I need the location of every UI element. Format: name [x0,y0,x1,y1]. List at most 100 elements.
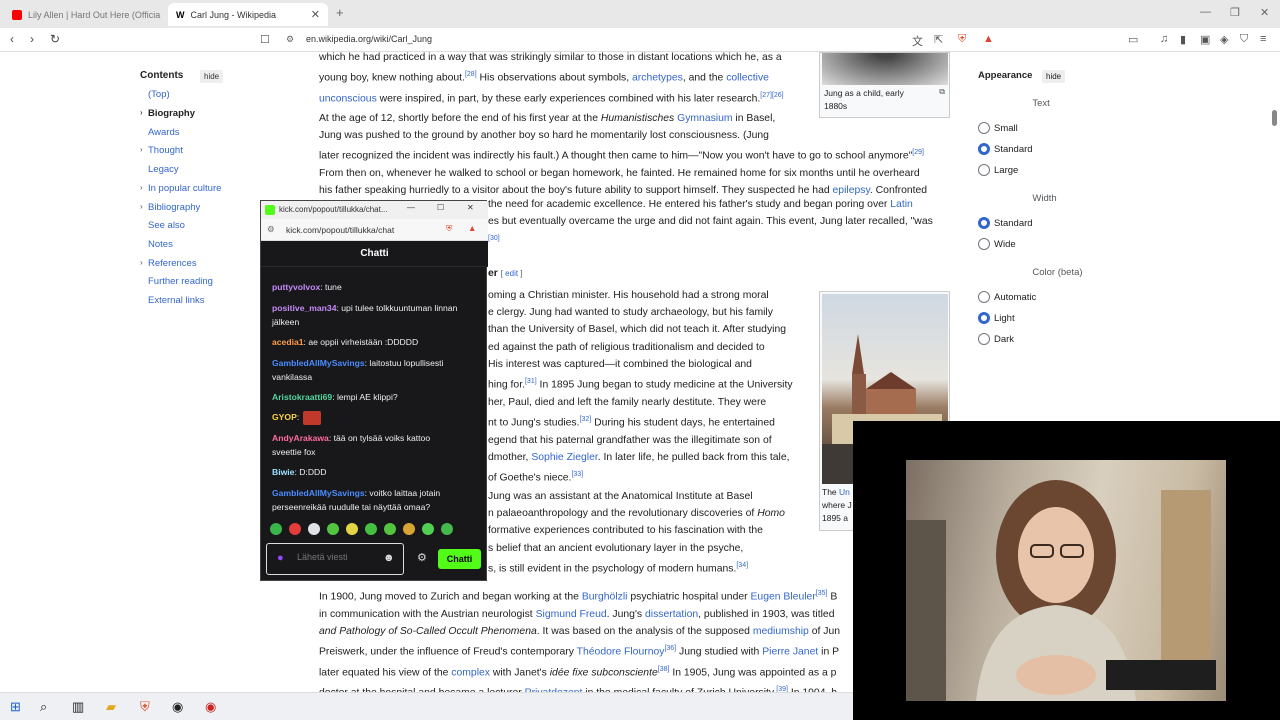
site-info-icon[interactable]: ⚙ [267,224,275,235]
dissertation-link[interactable]: dissertation [645,609,698,620]
chat-username[interactable]: Aristokraatti69 [272,392,332,402]
task-view-icon[interactable]: ▥ [72,699,84,715]
chat-username[interactable]: AndyArakawa [272,433,329,443]
windows-start-icon[interactable]: ⊞ [10,699,21,715]
toc-item-external-links[interactable]: External links [148,295,205,306]
share-icon[interactable]: ⇱ [934,33,943,46]
collective-link[interactable]: collective [726,73,769,84]
toc-item-see-also[interactable]: See also [148,220,185,231]
translate-icon[interactable]: 文 [912,33,923,49]
vpn-icon[interactable]: ◈ [1220,33,1228,46]
emote-icon[interactable] [384,523,396,535]
chevron-right-icon[interactable]: › [140,183,143,192]
media-icon[interactable]: ♫ [1160,33,1168,45]
toc-item-popular-culture[interactable]: › In popular culture [140,183,221,194]
tab-youtube[interactable]: Lily Allen | Hard Out Here (Officia [4,3,164,26]
emote-icon[interactable] [327,523,339,535]
forward-icon[interactable]: › [30,32,34,46]
chevron-right-icon[interactable]: › [140,108,143,117]
wallet-icon[interactable]: ▣ [1200,33,1210,46]
sidebar-icon[interactable]: ▭ [1128,33,1138,46]
brave-shield-icon[interactable]: ⛨ [446,223,452,234]
chat-username[interactable]: puttyvolvox [272,282,320,292]
brave-rewards-icon[interactable]: ▲ [983,33,994,45]
brave-browser-icon[interactable]: ⛨ [140,699,150,715]
bookmark-icon[interactable]: ☐ [260,33,270,46]
enlarge-icon[interactable]: ⧉ [939,87,945,97]
complex-link[interactable]: complex [451,667,490,678]
jung-child-photo[interactable] [822,53,948,85]
toc-item-thought[interactable]: › Thought [140,145,183,156]
emote-icon[interactable] [403,523,415,535]
width-standard-radio[interactable] [978,217,990,229]
toc-item-further-reading[interactable]: Further reading [148,276,213,287]
toc-item-notes[interactable]: Notes [148,239,173,250]
emote-icon[interactable] [365,523,377,535]
emote-icon[interactable] [270,523,282,535]
tab-wikipedia[interactable]: W Carl Jung - Wikipedia ✕ [168,3,328,26]
sophie-ziegler-link[interactable]: Sophie Ziegler [531,452,597,463]
brave-rewards-icon[interactable]: ▲ [468,223,476,233]
chat-window-titlebar[interactable]: kick.com/popout/tillukka/chat... — ☐ ✕ [261,201,488,219]
menu-icon[interactable]: ≡ [1260,33,1266,45]
chat-username[interactable]: positive_man34 [272,303,336,313]
toc-hide-button[interactable]: hide [200,70,224,83]
microphone-icon[interactable]: ● [277,552,284,564]
color-automatic-radio[interactable] [978,291,990,303]
chat-username[interactable]: Biwie [272,467,294,477]
text-small-radio[interactable] [978,122,990,134]
file-explorer-icon[interactable]: ▰ [106,699,116,715]
chat-input-box[interactable]: ● ☻ [266,543,404,575]
shield-icon[interactable]: ⛉ [1240,33,1248,46]
close-window-icon[interactable]: ✕ [1260,6,1269,19]
settings-gear-icon[interactable]: ⚙ [417,551,427,564]
page-scrollbar[interactable] [1272,110,1277,126]
chat-username[interactable]: acedia1 [272,337,304,347]
chevron-right-icon[interactable]: › [140,258,143,267]
archetypes-link[interactable]: archetypes [632,73,683,84]
url-field[interactable]: ⚙ en.wikipedia.org/wiki/Carl_Jung [278,31,998,49]
app-icon[interactable]: ◉ [205,699,216,715]
maximize-icon[interactable]: ☐ [437,203,444,212]
mediumship-link[interactable]: mediumship [753,626,809,637]
gymnasium-link[interactable]: Gymnasium [677,113,732,124]
chat-send-button[interactable]: Chatti [438,549,481,569]
color-dark-radio[interactable] [978,333,990,345]
emote-icon[interactable] [441,523,453,535]
toc-item-top[interactable]: (Top) [148,89,170,100]
search-icon[interactable]: ⌕ [40,699,47,715]
chat-username[interactable]: GYOP [272,412,297,422]
emote-icon[interactable] [346,523,358,535]
toc-item-legacy[interactable]: Legacy [148,164,179,175]
unconscious-link[interactable]: unconscious [319,93,377,104]
chat-url[interactable]: kick.com/popout/tillukka/chat [286,225,394,235]
minimize-icon[interactable]: — [1200,6,1211,18]
width-wide-radio[interactable] [978,238,990,250]
emote-icon[interactable] [422,523,434,535]
university-link[interactable]: Un [839,487,850,497]
color-light-radio[interactable] [978,312,990,324]
reload-icon[interactable]: ↻ [50,32,60,46]
toc-item-references[interactable]: › References [140,258,197,269]
chat-username[interactable]: GambledAllMySavings [272,358,365,368]
text-large-radio[interactable] [978,164,990,176]
appearance-hide-button[interactable]: hide [1042,70,1066,83]
eugen-bleuler-link[interactable]: Eugen Bleuler [751,591,816,602]
site-info-icon[interactable]: ⚙ [286,34,294,45]
reading-list-icon[interactable]: ▮ [1180,33,1186,46]
back-icon[interactable]: ‹ [10,32,14,46]
sigmund-freud-link[interactable]: Sigmund Freud [536,609,607,620]
burgholzli-link[interactable]: Burghölzli [582,591,628,602]
chevron-right-icon[interactable]: › [140,202,143,211]
brave-shield-icon[interactable]: ⛨ [958,33,966,46]
toc-item-bibliography[interactable]: › Bibliography [140,202,200,213]
chat-message-field[interactable] [297,552,377,562]
emote-icon[interactable] [289,523,301,535]
flournoy-link[interactable]: Théodore Flournoy [577,647,665,658]
close-icon[interactable]: ✕ [467,203,474,212]
new-tab-icon[interactable]: + [336,5,344,20]
pierre-janet-link[interactable]: Pierre Janet [762,647,818,658]
obs-icon[interactable]: ◉ [172,699,183,715]
text-standard-radio[interactable] [978,143,990,155]
maximize-icon[interactable]: ❐ [1230,6,1240,19]
